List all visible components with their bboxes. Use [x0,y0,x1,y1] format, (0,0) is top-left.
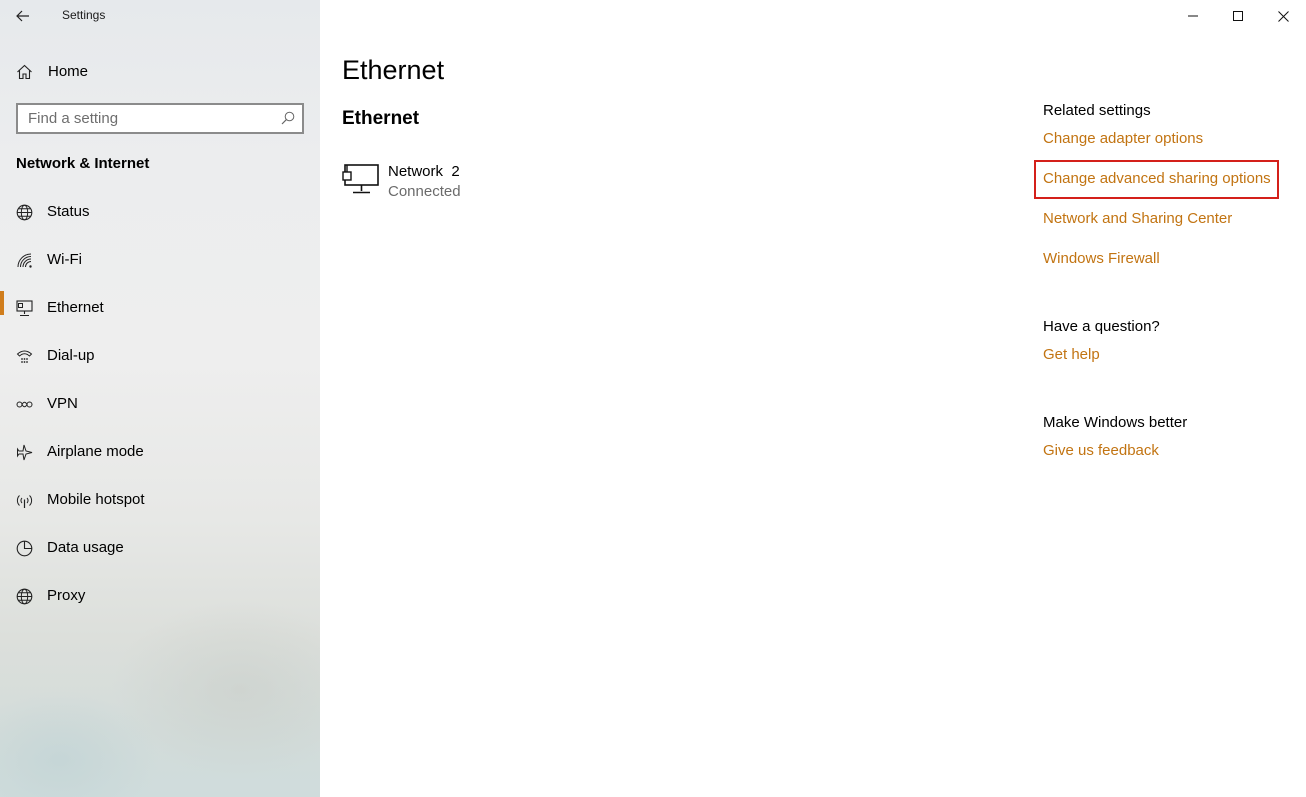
make-windows-better-heading: Make Windows better [1043,414,1188,431]
back-arrow-icon [16,10,29,22]
nav-item-vpn[interactable]: VPN [0,386,320,434]
back-button[interactable] [10,5,36,27]
network-name: Network 2 [388,163,460,180]
airplane-icon [17,444,33,461]
maximize-button[interactable] [1215,0,1261,32]
close-icon [1277,10,1289,22]
maximize-icon [1233,11,1243,21]
search-input[interactable] [18,105,273,132]
nav-label: Ethernet [47,299,104,316]
section-title: Network & Internet [16,155,150,172]
question-heading: Have a question? [1043,318,1160,335]
nav-item-status[interactable]: Status [0,194,320,242]
search-icon[interactable] [281,111,295,125]
nav-item-mobile-hotspot[interactable]: Mobile hotspot [0,482,320,530]
get-help-link[interactable]: Get help [1043,346,1100,363]
nav-label: Airplane mode [47,443,144,460]
active-indicator [0,291,4,315]
network-connection-item[interactable]: Network 2 Connected [342,160,642,204]
nav-item-ethernet[interactable]: Ethernet [0,290,320,338]
related-settings-heading: Related settings [1043,102,1151,119]
windows-firewall-link[interactable]: Windows Firewall [1043,250,1160,267]
home-icon [17,64,32,80]
close-button[interactable] [1260,0,1306,32]
nav-label: Proxy [47,587,86,604]
sidebar: Settings Home Network & Internet Status [0,0,320,797]
nav-label: Wi-Fi [47,251,82,268]
wifi-icon [17,253,32,268]
section-subtitle: Ethernet [342,108,420,129]
nav-item-airplane-mode[interactable]: Airplane mode [0,434,320,482]
home-label: Home [48,63,89,80]
nav-item-wifi[interactable]: Wi-Fi [0,242,320,290]
wired-network-icon [342,164,379,194]
dialup-icon [16,350,33,363]
search-box[interactable] [16,103,304,134]
vpn-icon [16,401,33,408]
home-nav-item[interactable]: Home [0,56,320,88]
change-adapter-options-link[interactable]: Change adapter options [1043,130,1203,147]
network-and-sharing-center-link[interactable]: Network and Sharing Center [1043,210,1232,227]
app-title: Settings [62,8,106,22]
nav-list: Status Wi-Fi Ethernet Dial-up VPN Airpla… [0,194,320,626]
network-status: Connected [388,183,461,200]
nav-label: Mobile hotspot [47,491,145,508]
nav-item-proxy[interactable]: Proxy [0,578,320,626]
nav-label: Dial-up [47,347,95,364]
minimize-icon [1188,15,1198,17]
change-advanced-sharing-options-link[interactable]: Change advanced sharing options [1043,170,1271,187]
page-title: Ethernet [342,55,445,85]
nav-label: Status [47,203,90,220]
nav-item-dialup[interactable]: Dial-up [0,338,320,386]
hotspot-icon [16,495,33,508]
ethernet-icon [16,300,33,317]
data-usage-icon [16,540,33,557]
globe-icon [16,204,33,221]
give-feedback-link[interactable]: Give us feedback [1043,442,1159,459]
nav-label: Data usage [47,539,124,556]
minimize-button[interactable] [1170,0,1216,32]
nav-label: VPN [47,395,78,412]
globe-icon [16,588,33,605]
nav-item-data-usage[interactable]: Data usage [0,530,320,578]
